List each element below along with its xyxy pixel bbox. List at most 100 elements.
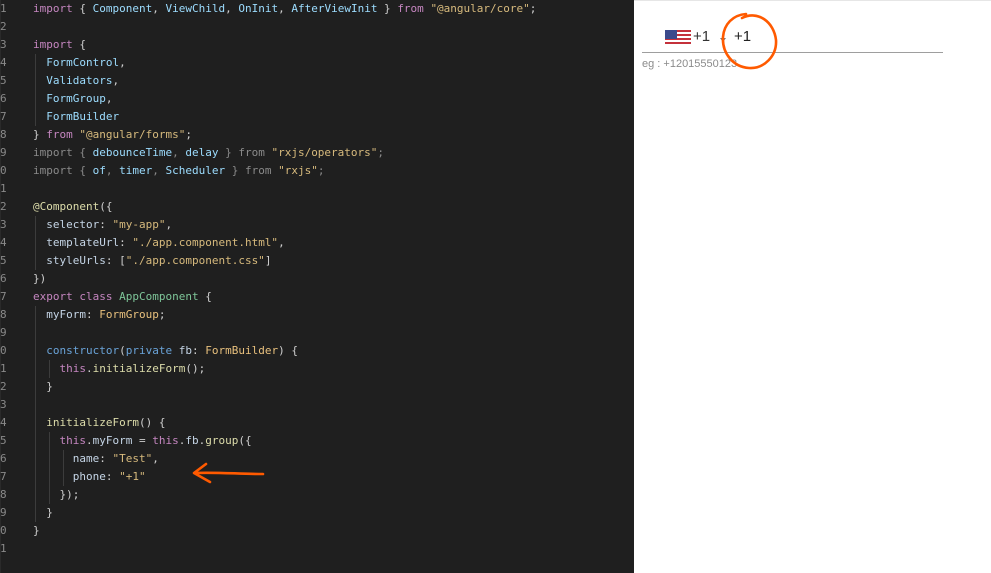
line-number: 8 — [0, 128, 7, 141]
code-token: , — [278, 236, 285, 249]
country-dial-code[interactable]: +1 — [693, 28, 710, 45]
indent-guide — [63, 450, 64, 486]
code-token: ({ — [238, 434, 252, 447]
code-token: }); — [33, 488, 80, 501]
app-preview: +1 eg : +12015550123 — [634, 0, 991, 573]
line-number: 6 — [0, 92, 7, 105]
code-token: , — [119, 56, 126, 69]
line-number: 1 — [0, 2, 7, 15]
code-token: "./app.component.html" — [132, 236, 279, 249]
code-text: selector: "my-app", — [33, 216, 172, 234]
code-token: FormBuilder — [205, 344, 279, 357]
code-token: templateUrl — [46, 236, 120, 249]
code-token: { — [198, 290, 212, 303]
phone-hint: eg : +12015550123 — [642, 58, 738, 70]
code-line: 8 myForm: FormGroup; — [0, 306, 634, 324]
code-token: }) — [33, 272, 47, 285]
code-text: this.initializeForm(); — [33, 360, 206, 378]
code-line: 1 import { Component, ViewChild, OnInit, … — [0, 0, 634, 18]
code-token: ; — [529, 2, 537, 15]
code-token: styleUrls — [46, 254, 106, 267]
line-number: 1 — [0, 362, 7, 375]
code-token: : — [99, 452, 113, 465]
line-number: 1 — [0, 542, 7, 555]
code-token: } — [33, 128, 47, 141]
code-token: phone — [72, 470, 106, 483]
code-line: 5 styleUrls: ["./app.component.css"] — [0, 252, 634, 270]
line-number: 2 — [0, 380, 7, 393]
line-number: 4 — [0, 416, 7, 429]
phone-field[interactable]: +1 — [642, 22, 943, 53]
code-token: : [ — [105, 254, 126, 267]
code-token: @Component — [33, 200, 100, 213]
code-line: 1 this.initializeForm(); — [0, 360, 634, 378]
line-number: 9 — [0, 146, 7, 159]
code-token: Component — [92, 2, 153, 15]
code-line: 3 selector: "my-app", — [0, 216, 634, 234]
code-token: } from — [218, 146, 272, 159]
code-token: ; — [185, 128, 192, 141]
code-token: AfterViewInit — [291, 2, 378, 15]
code-line: 8 }); — [0, 486, 634, 504]
code-token: timer — [119, 164, 153, 177]
code-text: import { — [33, 36, 86, 54]
code-line: 7 export class AppComponent { — [0, 288, 634, 306]
code-line: 3 import { — [0, 36, 634, 54]
chevron-down-icon[interactable] — [720, 38, 726, 42]
line-number: 1 — [0, 182, 7, 195]
code-token: ] — [264, 254, 272, 267]
line-number: 8 — [0, 488, 7, 501]
line-number: 7 — [0, 290, 7, 303]
code-token: initializeForm — [46, 416, 139, 429]
code-token: "@angular/forms" — [79, 128, 186, 141]
code-token: "my-app" — [112, 218, 166, 231]
line-number: 8 — [0, 308, 7, 321]
us-flag-icon[interactable] — [665, 30, 691, 46]
code-editor[interactable]: 1 import { Component, ViewChild, OnInit, … — [0, 0, 634, 573]
code-token: from — [397, 2, 424, 15]
code-token: import — [33, 38, 73, 51]
code-token: of — [92, 164, 106, 177]
code-token: import { — [33, 164, 93, 177]
code-text: myForm: FormGroup; — [33, 306, 165, 324]
code-line: 5 this.myForm = this.fb.group({ — [0, 432, 634, 450]
code-text: @Component({ — [33, 198, 112, 216]
code-token: group — [205, 434, 239, 447]
phone-input[interactable] — [734, 28, 884, 45]
code-token: ({ — [99, 200, 113, 213]
code-token: private — [125, 344, 173, 357]
code-token: "Test" — [112, 452, 153, 465]
indent-guide — [49, 360, 50, 378]
line-number: 2 — [0, 20, 7, 33]
code-token: (); — [185, 362, 206, 375]
code-line: 2 @Component({ — [0, 198, 634, 216]
code-token: () { — [138, 416, 166, 429]
code-line: 9 } — [0, 504, 634, 522]
code-token: , — [165, 218, 173, 231]
indent-guide — [35, 306, 36, 522]
code-token: FormBuilder — [46, 110, 120, 123]
code-token: "rxjs/operators" — [271, 146, 378, 159]
code-text: FormBuilder — [33, 108, 119, 126]
code-text: FormGroup, — [33, 90, 112, 108]
line-number: 0 — [0, 524, 7, 537]
line-number: 9 — [0, 326, 7, 339]
code-text: name: "Test", — [33, 450, 159, 468]
code-token: ; — [158, 308, 166, 321]
code-token: ) { — [278, 344, 298, 357]
code-token: , — [278, 2, 292, 15]
code-text: import { of, timer, Scheduler } from "rx… — [33, 162, 324, 180]
code-token: delay — [185, 146, 219, 159]
code-token: , — [172, 146, 186, 159]
code-token: . — [86, 434, 93, 447]
code-line: 6}) — [0, 270, 634, 288]
line-number: 6 — [0, 452, 7, 465]
code-line: 8} from "@angular/forms"; — [0, 126, 634, 144]
code-line: 7 FormBuilder — [0, 108, 634, 126]
code-token: import — [33, 2, 73, 15]
code-token: , — [152, 452, 159, 465]
